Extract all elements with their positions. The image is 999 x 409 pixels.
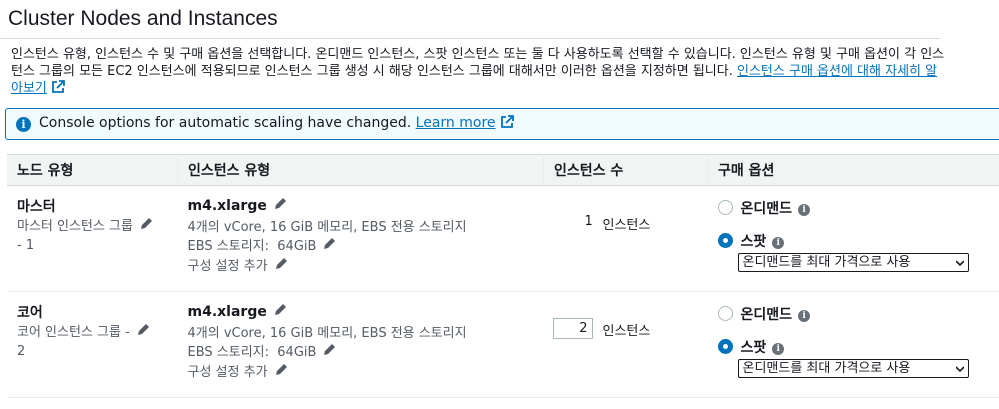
chevron-down-icon [955,260,964,267]
external-link-icon [51,80,65,93]
pencil-icon[interactable] [139,217,153,231]
ebs-storage: EBS 스토리지: 64GiB [188,235,337,254]
instance-groups-table: 노드 유형 인스턴스 유형 인스턴스 수 구매 옵션 마스터 마스터 인스턴스 … [7,154,999,398]
pencil-icon[interactable] [322,343,336,357]
max-price-select[interactable]: 온디맨드를 최대 가격으로 사용 [737,253,969,272]
spot-option: 스팟 i [741,337,785,357]
ondemand-option: 온디맨드 i [741,198,811,218]
ebs-storage: EBS 스토리지: 64GiB [188,341,337,360]
pencil-icon[interactable] [274,257,288,271]
ondemand-option: 온디맨드 i [741,304,811,324]
node-type-label: 코어 [17,305,43,321]
instance-count-unit: 인스턴스 [602,218,651,233]
info-banner: i Console options for automatic scaling … [5,108,999,140]
instance-specs: 4개의 vCore, 16 GiB 메모리, EBS 전용 스토리지 [187,220,467,235]
col-purchase-option: 구매 옵션 [707,154,999,186]
instance-group-name: 코어 인스턴스 그룹 - 2 [17,323,150,361]
col-instance-count: 인스턴스 수 [543,154,708,186]
info-icon[interactable]: i [772,343,785,355]
spot-radio[interactable] [717,339,733,354]
spot-option: 스팟 i [741,231,785,251]
pencil-icon[interactable] [136,323,150,337]
ondemand-radio[interactable] [717,200,733,215]
add-config-link[interactable]: 구성 설정 추가 [188,361,288,380]
info-icon[interactable]: i [798,310,811,322]
external-link-icon[interactable] [500,115,514,129]
title-divider [0,38,940,39]
node-type-label: 마스터 [17,199,56,215]
info-icon: i [16,117,31,132]
ondemand-radio[interactable] [717,306,733,321]
add-config-link[interactable]: 구성 설정 추가 [188,255,288,274]
col-instance-type: 인스턴스 유형 [177,154,544,186]
chevron-down-icon [955,366,964,373]
info-icon[interactable]: i [798,204,811,216]
table-row-core: 코어 코어 인스턴스 그룹 - 2 m4.xlarge 4개의 vCore, 1… [7,291,999,398]
spot-radio[interactable] [717,233,733,248]
pencil-icon[interactable] [273,303,287,317]
instance-count-input[interactable]: 2 [552,318,593,339]
table-row-master: 마스터 마스터 인스턴스 그룹 - 1 m4.xlarge 4개의 vCore,… [7,185,999,292]
max-price-select[interactable]: 온디맨드를 최대 가격으로 사용 [737,359,969,378]
table-header-row: 노드 유형 인스턴스 유형 인스턴스 수 구매 옵션 [7,154,999,186]
pencil-icon[interactable] [274,363,288,377]
instance-group-name: 마스터 인스턴스 그룹 - 1 [17,217,153,255]
pencil-icon[interactable] [273,197,287,211]
instance-specs: 4개의 vCore, 16 GiB 메모리, EBS 전용 스토리지 [187,326,467,341]
page-title: Cluster Nodes and Instances [8,7,278,30]
instance-count-unit: 인스턴스 [602,324,651,339]
col-node-type: 노드 유형 [7,154,178,186]
instance-type: m4.xlarge [188,197,287,214]
banner-message: Console options for automatic scaling ha… [39,115,514,131]
instance-count-value: 1 [584,214,593,229]
learn-more-link[interactable]: Learn more [416,115,496,131]
pencil-icon[interactable] [322,237,336,251]
page-description: 인스턴스 유형, 인스턴스 수 및 구매 옵션을 선택합니다. 온디맨드 인스턴… [11,46,946,97]
info-icon[interactable]: i [772,237,785,249]
instance-type: m4.xlarge [188,303,287,320]
